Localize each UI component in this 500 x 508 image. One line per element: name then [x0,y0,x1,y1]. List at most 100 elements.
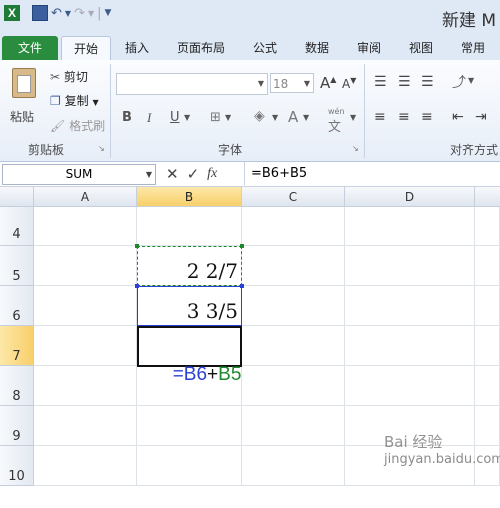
align-middle-icon[interactable]: ☰ [398,74,411,90]
column-header-a[interactable]: A [34,187,137,207]
cut-button[interactable]: ✂ 剪切 [50,68,88,85]
cell-b9[interactable] [137,406,242,446]
tab-insert[interactable]: 插入 [118,36,156,60]
cell-a6[interactable] [34,286,137,326]
row-header-6[interactable]: 6 [0,286,34,326]
column-header-b[interactable]: B [137,187,242,207]
tab-file[interactable]: 文件 [2,36,58,60]
tab-page-layout[interactable]: 页面布局 [170,36,232,60]
select-all-corner[interactable] [0,187,34,207]
cell-d4[interactable] [345,207,475,246]
borders-icon[interactable]: ⊞ [210,110,221,125]
cell-d8[interactable] [345,366,475,406]
cell-d7[interactable] [345,326,475,366]
row-header-8[interactable]: 8 [0,366,34,406]
cell-c7[interactable] [242,326,345,366]
cell-b10[interactable] [137,446,242,486]
cell-b6[interactable]: 3 3/5 [135,284,244,326]
underline-dropdown-icon[interactable]: ▼ [184,113,190,122]
row-header-5[interactable]: 5 [0,246,34,286]
align-bottom-icon[interactable]: ☰ [421,74,434,90]
undo-dropdown-icon[interactable]: ▼ [65,9,71,18]
font-size-box[interactable]: 18 ▼ [270,73,314,93]
cell-c10[interactable] [242,446,345,486]
fill-color-icon[interactable]: ◈ [254,108,265,124]
column-header-d[interactable]: D [345,187,475,207]
redo-dropdown-icon[interactable]: ▼ [88,9,94,18]
shrink-font-button[interactable]: A▼ [342,76,356,91]
cell-b5[interactable]: 2 2/7 [135,244,244,286]
cell-a8[interactable] [34,366,137,406]
cell-c5[interactable] [242,246,345,286]
tab-view[interactable]: 视图 [402,36,440,60]
cell-c4[interactable] [242,207,345,246]
b6-range-handle[interactable] [240,284,244,288]
phonetic-dropdown-icon[interactable]: ▼ [350,113,356,122]
name-box[interactable]: SUM ▼ [2,164,156,185]
cell-e7[interactable] [475,326,500,366]
bold-button[interactable]: B [122,110,132,125]
cell-e5[interactable] [475,246,500,286]
row-header-10[interactable]: 10 [0,446,34,486]
paste-button[interactable]: 粘贴 [6,66,42,130]
cell-a9[interactable] [34,406,137,446]
orientation-dropdown-icon[interactable]: ▼ [468,76,474,85]
dialog-launcher-icon[interactable]: ↘ [98,144,105,153]
cell-e6[interactable] [475,286,500,326]
fill-dropdown-icon[interactable]: ▼ [272,113,278,122]
formula-ref-b5: B5 [218,364,242,385]
cell-c9[interactable] [242,406,345,446]
cell-d6[interactable] [345,286,475,326]
cell-c8[interactable] [242,366,345,406]
cell-c6[interactable] [242,286,345,326]
cancel-icon[interactable]: ✕ [166,165,179,183]
cell-b4[interactable] [137,207,242,246]
cell-e8[interactable] [475,366,500,406]
row-header-9[interactable]: 9 [0,406,34,446]
orientation-icon[interactable]: ⤴ [452,72,466,92]
cell-e4[interactable] [475,207,500,246]
insert-function-icon[interactable]: fx [207,166,217,182]
cell-a4[interactable] [34,207,137,246]
align-center-icon[interactable]: ≡ [398,109,410,125]
decrease-indent-icon[interactable]: ⇤ [452,109,464,125]
row-header-7[interactable]: 7 [0,326,34,366]
b6-range-handle[interactable] [135,284,139,288]
tab-home[interactable]: 开始 [61,36,111,61]
borders-dropdown-icon[interactable]: ▼ [225,113,231,122]
formula-input[interactable]: =B6+B5 [244,162,500,185]
increase-indent-icon[interactable]: ⇥ [475,109,487,125]
cell-b7-active[interactable]: =B6+B5 [137,326,242,385]
row-header-4[interactable]: 4 [0,207,34,246]
redo-icon[interactable]: ↷ [74,6,85,21]
align-left-icon[interactable]: ≡ [374,109,386,125]
underline-button[interactable]: U [170,110,180,125]
column-header-c[interactable]: C [242,187,345,207]
tab-data[interactable]: 数据 [298,36,336,60]
customize-qat-icon[interactable]: ▼ [105,8,112,18]
b5-range-handle[interactable] [240,244,244,248]
column-header-partial[interactable] [475,187,500,207]
tab-formulas[interactable]: 公式 [246,36,284,60]
phonetic-button[interactable]: wén 文 [328,107,345,135]
dialog-launcher-icon[interactable]: ↘ [352,144,359,153]
undo-icon[interactable]: ↶ [51,6,62,21]
tab-review[interactable]: 审阅 [350,36,388,60]
align-right-icon[interactable]: ≡ [421,109,433,125]
format-painter-button[interactable]: 🖌 格式刷 [50,117,105,134]
enter-icon[interactable]: ✓ [187,165,200,183]
align-top-icon[interactable]: ☰ [374,74,387,90]
b5-range-handle[interactable] [135,244,139,248]
tab-common[interactable]: 常用 [454,36,492,60]
cell-d5[interactable] [345,246,475,286]
cell-a10[interactable] [34,446,137,486]
save-icon[interactable] [32,5,48,21]
copy-button[interactable]: ❐ 复制 ▼ [50,92,99,109]
grow-font-button[interactable]: A▲ [320,74,336,92]
font-color-button[interactable]: A [288,108,298,126]
cell-a7[interactable] [34,326,137,366]
font-name-box[interactable]: ▼ [116,73,268,95]
cell-a5[interactable] [34,246,137,286]
font-color-dropdown-icon[interactable]: ▼ [303,113,309,122]
italic-button[interactable]: I [147,110,151,126]
